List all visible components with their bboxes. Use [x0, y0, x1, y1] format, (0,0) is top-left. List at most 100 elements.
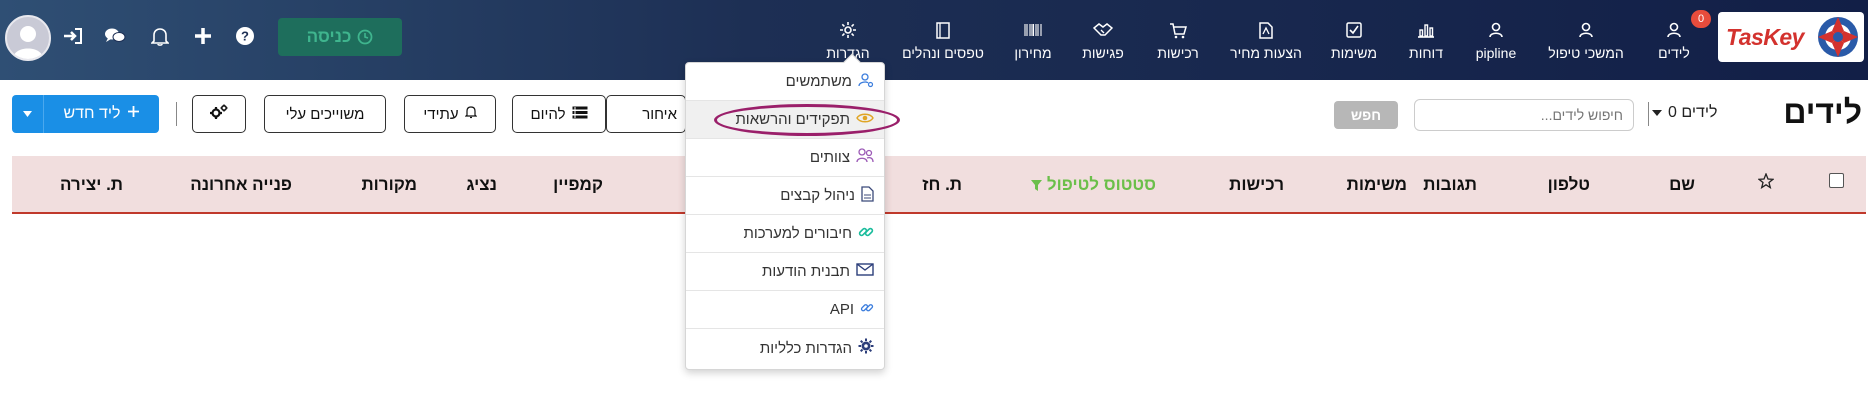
menu-item-general-settings[interactable]: הגדרות כלליות: [686, 329, 884, 367]
col-phone[interactable]: טלפון: [1548, 175, 1590, 195]
menu-item-teams[interactable]: צוותים: [686, 139, 884, 177]
barcode-icon: [1024, 19, 1042, 41]
plus-icon: [127, 105, 140, 123]
menu-item-label: ניהול קבצים: [780, 187, 855, 204]
col-name[interactable]: שם: [1669, 175, 1695, 195]
assigned-to-me-button[interactable]: משוייכים עלי: [264, 95, 386, 133]
nav-followup-label: המשכי טיפול: [1548, 45, 1624, 61]
menu-item-roles-permissions[interactable]: תפקידים והרשאות: [686, 101, 884, 139]
col-reminder[interactable]: ת. חז: [922, 175, 962, 195]
col-campaign[interactable]: קמפיין: [553, 175, 603, 195]
login-icon[interactable]: [61, 24, 85, 48]
menu-item-message-templates[interactable]: תבנית הודעות: [686, 253, 884, 291]
menu-item-label: צוותים: [809, 149, 850, 166]
menu-item-users[interactable]: משתמשים: [686, 63, 884, 101]
divider: [1648, 102, 1649, 126]
help-icon[interactable]: ?: [233, 24, 257, 48]
nav-followup[interactable]: המשכי טיפול: [1546, 0, 1626, 80]
bell-icon[interactable]: [148, 24, 172, 48]
user-avatar-icon: [13, 26, 43, 59]
new-lead-main[interactable]: ליד חדש: [44, 105, 159, 123]
nav-pricelist-label: מחירון: [1014, 45, 1052, 61]
col-created[interactable]: ת. יצירה: [60, 175, 123, 195]
nav-forms[interactable]: טפסים ונהלים: [900, 0, 986, 80]
late-filter-button[interactable]: איחור: [606, 95, 686, 133]
nav-meetings-label: פגישות: [1082, 45, 1124, 61]
nav-tasks[interactable]: משימות: [1328, 0, 1380, 80]
nav-quotes-label: הצעות מחיר: [1230, 45, 1302, 61]
future-filter-button[interactable]: עתידי: [404, 95, 496, 133]
nav-reports[interactable]: דוחות: [1406, 0, 1446, 80]
gears-icon: [209, 103, 229, 125]
nav-leads-label: לידים: [1658, 45, 1690, 61]
bar-chart-icon: [1417, 19, 1435, 41]
menu-item-label: תבנית הודעות: [761, 263, 850, 280]
future-filter-label: עתידי: [423, 105, 459, 123]
clock-icon: [357, 29, 373, 45]
book-icon: [936, 19, 950, 41]
avatar[interactable]: [5, 15, 51, 61]
file-icon: [861, 185, 874, 206]
menu-item-api[interactable]: API: [686, 291, 884, 329]
today-filter-button[interactable]: להיום: [512, 95, 606, 133]
star-icon[interactable]: [1757, 172, 1775, 194]
settings-dropdown-menu: משתמשים תפקידים והרשאות צוותים ניהול קבצ…: [685, 53, 885, 370]
col-rep[interactable]: נציג: [466, 175, 497, 195]
leads-count-badge: 0: [1691, 10, 1711, 28]
handshake-icon: [1093, 19, 1113, 41]
plus-icon[interactable]: [191, 24, 215, 48]
settings-actions-button[interactable]: [192, 95, 246, 133]
bell-icon: [464, 105, 478, 123]
nav-pipline[interactable]: pipline: [1471, 0, 1521, 80]
search-input[interactable]: [1414, 99, 1634, 131]
menu-item-file-management[interactable]: ניהול קבצים: [686, 177, 884, 215]
nav-pipline-label: pipline: [1475, 45, 1517, 61]
lead-count-dropdown[interactable]: 0 לידים: [1652, 104, 1718, 122]
nav-forms-label: טפסים ונהלים: [902, 45, 984, 61]
select-all-checkbox[interactable]: [1829, 173, 1844, 188]
nav-purchases[interactable]: רכישות: [1154, 0, 1202, 80]
nav-leads[interactable]: לידים 0: [1651, 0, 1711, 80]
chevron-down-icon: [23, 111, 32, 117]
user-icon: [1488, 19, 1504, 41]
taskey-logo[interactable]: TasKey: [1718, 12, 1864, 62]
search-button[interactable]: חפש: [1334, 101, 1398, 129]
logo-text: TasKey: [1726, 24, 1804, 50]
menu-item-label: תפקידים והרשאות: [735, 111, 850, 128]
gear-icon: [858, 338, 874, 358]
checkin-button[interactable]: כניסה: [278, 18, 402, 56]
col-purchases[interactable]: רכישות: [1229, 175, 1284, 195]
menu-item-label: משתמשים: [785, 73, 852, 90]
new-lead-button[interactable]: ליד חדש: [12, 95, 159, 133]
eye-icon: [856, 111, 874, 128]
document-icon: [1259, 19, 1273, 41]
col-last-contact[interactable]: פנייה אחרונה: [190, 175, 292, 195]
nav-tasks-label: משימות: [1331, 45, 1377, 61]
col-status-label: סטטוס לטיפול: [1046, 175, 1156, 194]
checkin-label: כניסה: [306, 27, 352, 46]
menu-item-integrations[interactable]: חיבורים למערכות: [686, 215, 884, 253]
gear-icon: [839, 19, 857, 41]
col-responses[interactable]: תגובות: [1423, 175, 1477, 195]
logo-mark-icon: [1818, 17, 1858, 57]
link-icon: [858, 224, 874, 244]
divider: [176, 102, 177, 126]
today-filter-label: להיום: [530, 105, 566, 123]
nav-reports-label: דוחות: [1409, 45, 1443, 61]
users-icon: [856, 148, 874, 167]
nav-meetings[interactable]: פגישות: [1080, 0, 1126, 80]
col-tasks[interactable]: משימות: [1347, 175, 1407, 195]
new-lead-label: ליד חדש: [63, 105, 121, 122]
col-sources[interactable]: מקורות: [361, 175, 417, 195]
user-icon: [1666, 19, 1682, 41]
nav-pricelist[interactable]: מחירון: [1012, 0, 1054, 80]
svg-text:?: ?: [241, 29, 249, 44]
nav-purchases-label: רכישות: [1157, 45, 1199, 61]
menu-item-label: הגדרות כלליות: [759, 339, 852, 357]
menu-item-label: API: [829, 301, 854, 318]
user-cog-icon: [858, 72, 874, 92]
chat-icon[interactable]: [103, 24, 127, 48]
new-lead-dropdown-toggle[interactable]: [12, 95, 44, 133]
nav-quotes[interactable]: הצעות מחיר: [1226, 0, 1306, 80]
col-status[interactable]: סטטוס לטיפול: [1030, 175, 1156, 195]
